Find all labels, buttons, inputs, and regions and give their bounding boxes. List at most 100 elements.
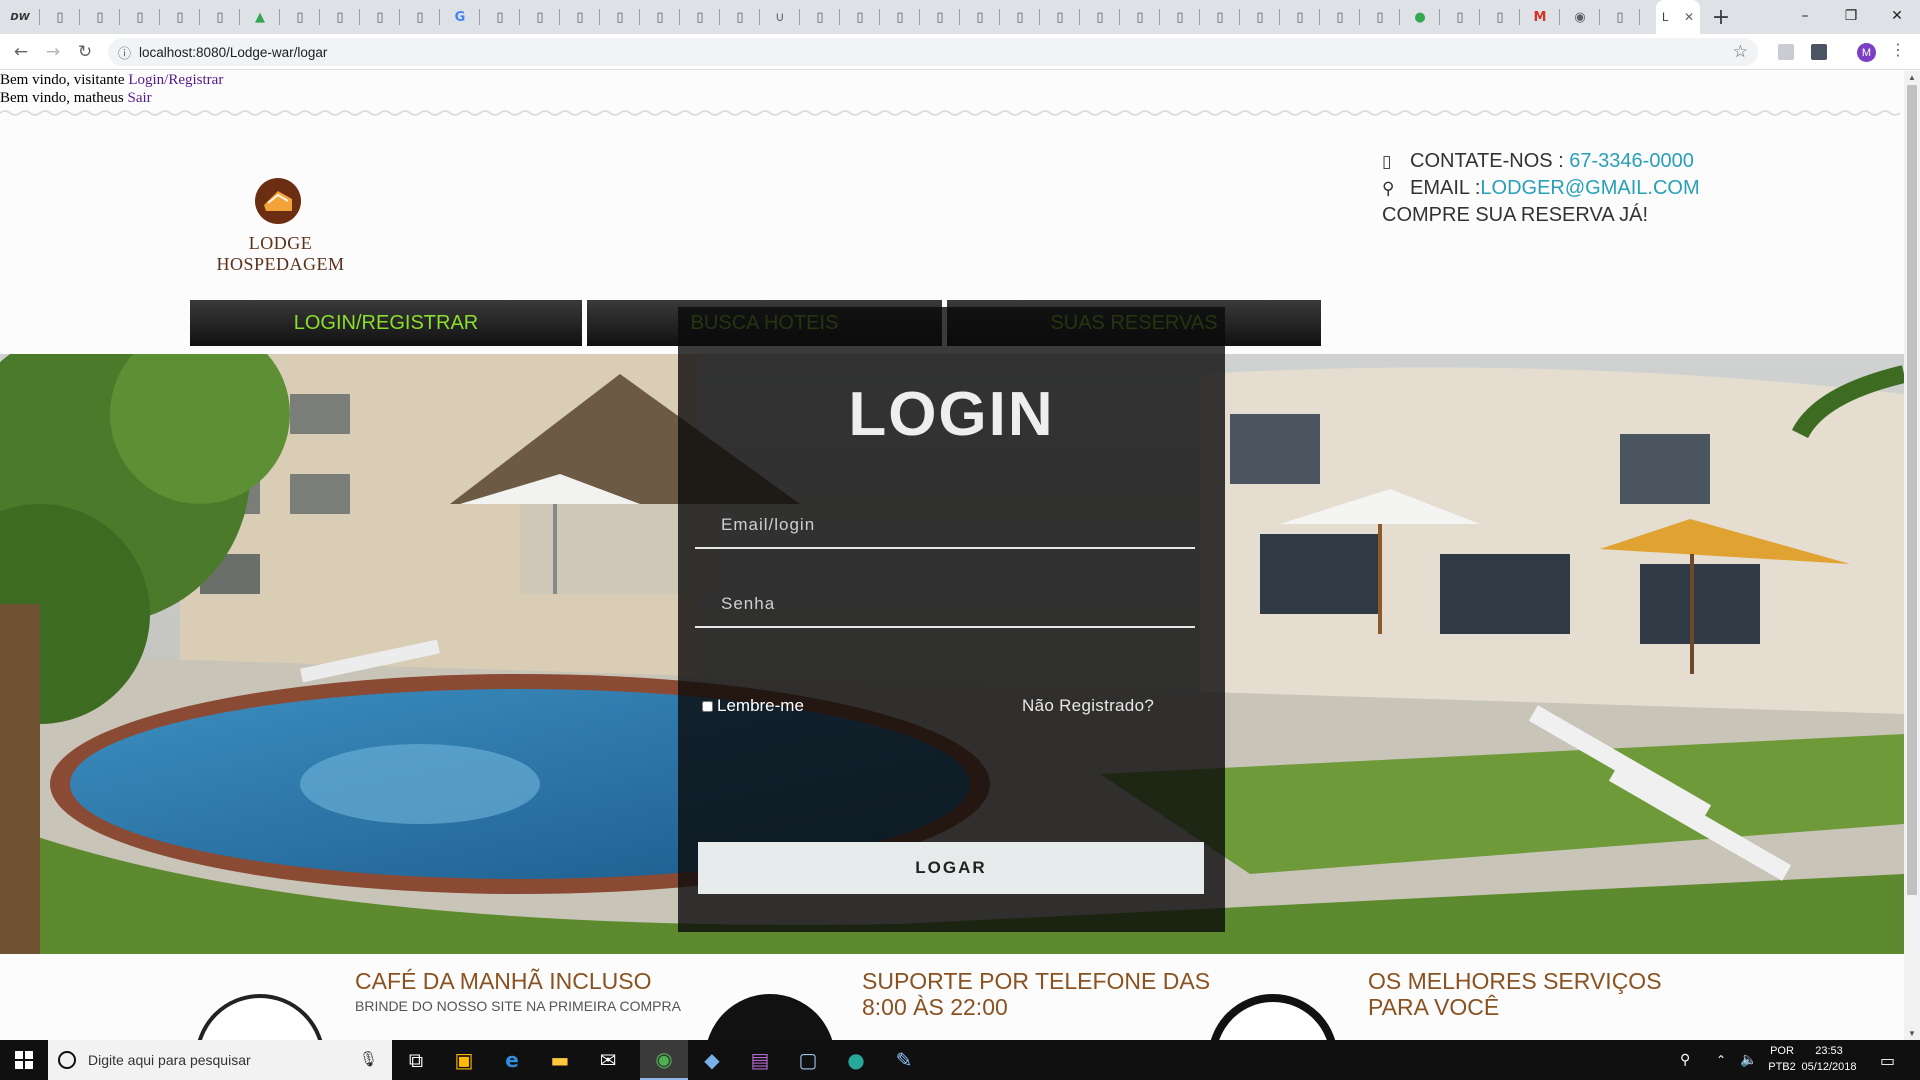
not-registered-link[interactable]: Não Registrado?: [1022, 696, 1154, 716]
browser-tab[interactable]: G: [440, 0, 480, 34]
browser-tab[interactable]: ▯: [600, 0, 640, 34]
browser-tab[interactable]: ▯: [560, 0, 600, 34]
file-favicon-icon: ▯: [416, 9, 424, 25]
close-window-button[interactable]: ✕: [1874, 0, 1920, 32]
info-icon[interactable]: ⓘ: [118, 43, 131, 62]
tray-expand-icon[interactable]: ⌃: [1716, 1040, 1726, 1080]
features-strip: CAFÉ DA MANHÃ INCLUSO BRINDE DO NOSSO SI…: [0, 954, 1904, 1040]
scroll-down-icon[interactable]: ▼: [1908, 1029, 1916, 1038]
browser-tab[interactable]: ▯: [400, 0, 440, 34]
back-icon[interactable]: ←: [8, 39, 34, 65]
browser-tab[interactable]: DW: [0, 0, 40, 34]
scroll-thumb[interactable]: [1907, 85, 1917, 895]
menu-icon[interactable]: ⋮: [1890, 40, 1906, 59]
browser-tab[interactable]: ▯: [360, 0, 400, 34]
notifications-icon[interactable]: ▭: [1880, 1040, 1895, 1080]
browser-tab[interactable]: ▯: [1080, 0, 1120, 34]
browser-tab[interactable]: ▯: [40, 0, 80, 34]
browser-tab[interactable]: ▯: [920, 0, 960, 34]
browser-tab[interactable]: ▯: [1200, 0, 1240, 34]
virtualbox-icon[interactable]: ◆: [688, 1040, 736, 1080]
browser-tab[interactable]: ▯: [80, 0, 120, 34]
browser-tab[interactable]: ▯: [1000, 0, 1040, 34]
browser-tab[interactable]: ▯: [1440, 0, 1480, 34]
volume-icon[interactable]: 🔈: [1740, 1040, 1757, 1080]
browser-tab[interactable]: ▯: [680, 0, 720, 34]
page-scrollbar[interactable]: ▲ ▼: [1904, 71, 1920, 1040]
browser-tab[interactable]: ▯: [1040, 0, 1080, 34]
email-login-input[interactable]: [695, 503, 1195, 547]
location-pin-icon: ⚲: [1382, 179, 1395, 199]
notepad-icon[interactable]: ▢: [784, 1040, 832, 1080]
profile-avatar[interactable]: M: [1857, 43, 1876, 62]
maximize-button[interactable]: ❐: [1828, 0, 1874, 32]
task-view-icon[interactable]: ⧉: [392, 1040, 440, 1080]
language-indicator[interactable]: POR PTB2: [1768, 1043, 1796, 1075]
winrar-icon[interactable]: ▤: [736, 1040, 784, 1080]
browser-tab[interactable]: ▯: [280, 0, 320, 34]
remember-me-checkbox[interactable]: [702, 700, 713, 712]
file-explorer-icon[interactable]: ▬: [536, 1040, 584, 1080]
contact-phone[interactable]: 67-3346-0000: [1569, 150, 1694, 172]
file-favicon-icon: ▯: [1256, 9, 1264, 25]
login-register-link[interactable]: Login/Registrar: [128, 72, 223, 88]
browser-tab[interactable]: ▯: [840, 0, 880, 34]
browser-tab[interactable]: ▯: [520, 0, 560, 34]
close-tab-icon[interactable]: ✕: [1684, 10, 1694, 24]
extension-icon[interactable]: [1811, 44, 1827, 60]
bookmark-star-icon[interactable]: ☆: [1733, 42, 1748, 62]
file-favicon-icon: ▯: [1456, 9, 1464, 25]
people-icon[interactable]: ⚲: [1680, 1040, 1690, 1080]
browser-tab[interactable]: ▯: [480, 0, 520, 34]
browser-tab[interactable]: ▯: [160, 0, 200, 34]
browser-tab[interactable]: ▯: [1320, 0, 1360, 34]
active-browser-tab[interactable]: L ✕: [1656, 0, 1700, 34]
browser-tab[interactable]: ▲: [240, 0, 280, 34]
microphone-icon[interactable]: 🎙: [359, 1050, 378, 1068]
edge-icon[interactable]: e: [488, 1040, 536, 1080]
browser-tab[interactable]: ▯: [120, 0, 160, 34]
browser-tab[interactable]: ◉: [1560, 0, 1600, 34]
start-button[interactable]: [0, 1040, 48, 1080]
browser-tab[interactable]: ▯: [800, 0, 840, 34]
forward-icon[interactable]: →: [40, 39, 66, 65]
login-submit-button[interactable]: LOGAR: [698, 842, 1204, 894]
browser-tab[interactable]: ▯: [720, 0, 760, 34]
browser-tab[interactable]: ●: [1400, 0, 1440, 34]
system-clock[interactable]: 23:53 05/12/2018: [1796, 1043, 1862, 1075]
contact-email[interactable]: LODGER@GMAIL.COM: [1480, 177, 1699, 199]
browser-tab[interactable]: ▯: [1280, 0, 1320, 34]
chrome-icon[interactable]: ◉: [640, 1040, 688, 1080]
taskbar-search[interactable]: Digite aqui para pesquisar 🎙: [48, 1040, 392, 1080]
browser-tab[interactable]: ▯: [640, 0, 680, 34]
new-tab-button[interactable]: +: [1708, 4, 1734, 30]
extension-icon[interactable]: [1778, 44, 1794, 60]
browser-tab[interactable]: ∪: [760, 0, 800, 34]
minimize-button[interactable]: –: [1782, 0, 1828, 32]
browser-tab[interactable]: ▯: [1240, 0, 1280, 34]
address-bar[interactable]: ⓘ localhost:8080/Lodge-war/logar ☆: [108, 38, 1758, 66]
browser-tab[interactable]: ▯: [200, 0, 240, 34]
browser-tab[interactable]: ▯: [1360, 0, 1400, 34]
paint-icon[interactable]: ✎: [880, 1040, 928, 1080]
browser-tab[interactable]: ▯: [1600, 0, 1640, 34]
logout-link[interactable]: Sair: [128, 90, 152, 106]
logo[interactable]: LODGE HOSPEDAGEM: [188, 177, 373, 274]
browser-tab[interactable]: ▯: [1480, 0, 1520, 34]
scroll-up-icon[interactable]: ▲: [1908, 73, 1916, 82]
teal-app-icon[interactable]: ●: [832, 1040, 880, 1080]
browser-tab[interactable]: ▯: [960, 0, 1000, 34]
browser-tab[interactable]: ▯: [1120, 0, 1160, 34]
contact-info: ▯ CONTATE-NOS : 67-3346-0000 ⚲ EMAIL :LODG…: [1382, 148, 1700, 228]
remember-me[interactable]: Lembre-me: [702, 696, 804, 716]
mail-icon[interactable]: ✉: [584, 1040, 632, 1080]
store-icon[interactable]: ▣: [440, 1040, 488, 1080]
browser-tab[interactable]: ▯: [1160, 0, 1200, 34]
feature-breakfast-title: CAFÉ DA MANHÃ INCLUSO: [355, 968, 652, 994]
browser-tab[interactable]: ▯: [880, 0, 920, 34]
password-input[interactable]: [695, 582, 1195, 626]
browser-tab[interactable]: ▯: [320, 0, 360, 34]
reload-icon[interactable]: ↻: [72, 39, 98, 65]
browser-tab[interactable]: M: [1520, 0, 1560, 34]
nav-login-register[interactable]: LOGIN/REGISTRAR: [190, 300, 582, 346]
